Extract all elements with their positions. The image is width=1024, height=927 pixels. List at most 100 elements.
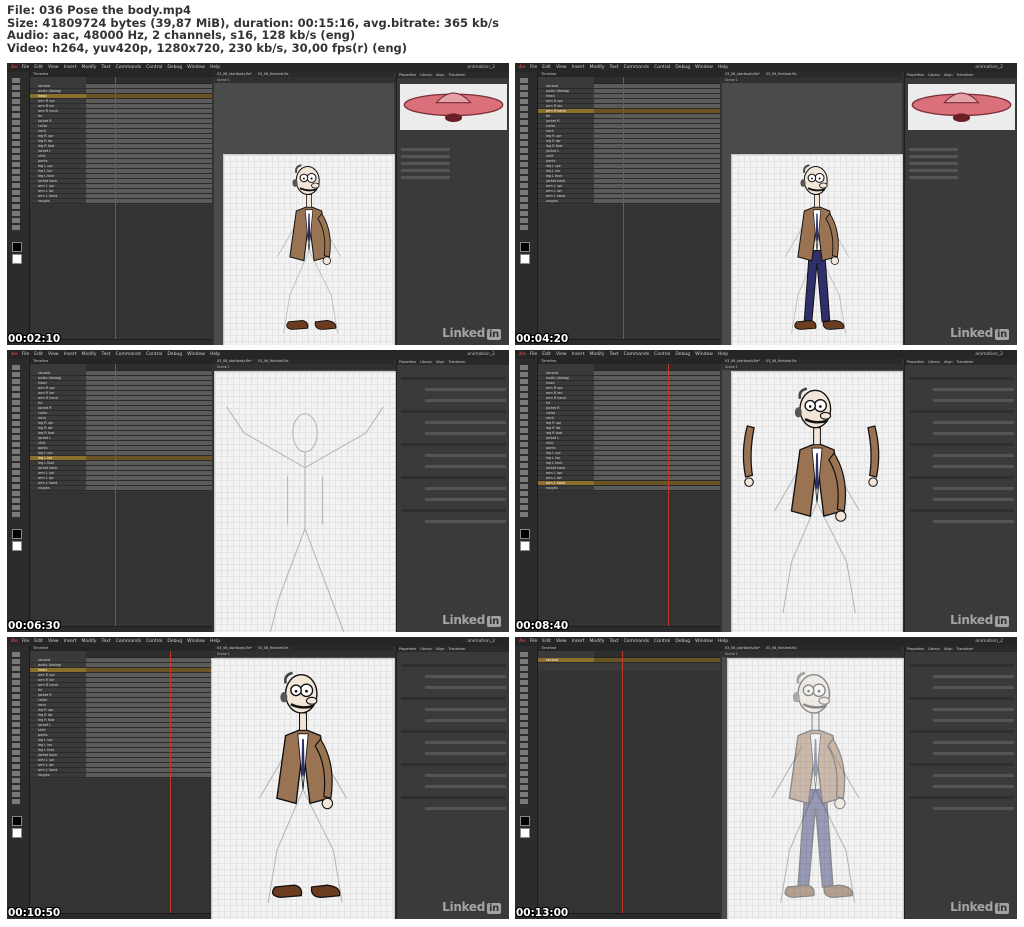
tool-icon[interactable] xyxy=(520,477,528,482)
tool-icon[interactable] xyxy=(520,218,528,223)
layer-frames[interactable] xyxy=(594,481,720,485)
menu-item[interactable]: View xyxy=(556,65,567,70)
tool-icon[interactable] xyxy=(520,400,528,405)
document-tab[interactable]: 03_06_startbody.fla* xyxy=(214,646,255,650)
layer-frames[interactable] xyxy=(86,431,212,435)
tool-icon[interactable] xyxy=(520,106,528,111)
property-field[interactable] xyxy=(425,774,506,777)
property-field[interactable] xyxy=(909,443,1014,446)
tool-icon[interactable] xyxy=(520,680,528,685)
document-tab-2[interactable]: 03_06_finished.fla xyxy=(763,359,800,363)
layer-frames[interactable] xyxy=(594,381,720,385)
tool-icon[interactable] xyxy=(520,407,528,412)
layer-frames[interactable] xyxy=(86,124,212,128)
menu-item[interactable]: Edit xyxy=(542,639,551,644)
property-field[interactable] xyxy=(425,719,506,722)
layer-frames[interactable] xyxy=(86,471,212,475)
menu-item[interactable]: Commands xyxy=(624,65,649,70)
property-field[interactable] xyxy=(933,399,1014,402)
tool-icon[interactable] xyxy=(12,85,20,90)
layer-frames[interactable] xyxy=(594,376,720,380)
layer-frames[interactable] xyxy=(594,421,720,425)
menu-item[interactable]: Text xyxy=(609,639,618,644)
layer-frames[interactable] xyxy=(86,723,212,727)
property-field[interactable] xyxy=(425,708,506,711)
property-field[interactable] xyxy=(933,465,1014,468)
menu-item[interactable]: Debug xyxy=(675,639,690,644)
tool-icon[interactable] xyxy=(12,183,20,188)
tool-icon[interactable] xyxy=(520,484,528,489)
tool-icon[interactable] xyxy=(12,225,20,230)
tool-icon[interactable] xyxy=(12,106,20,111)
property-field[interactable] xyxy=(933,774,1014,777)
layer-frames[interactable] xyxy=(86,718,212,722)
tool-icon[interactable] xyxy=(520,491,528,496)
tool-icon[interactable] xyxy=(12,148,20,153)
tool-icon[interactable] xyxy=(520,512,528,517)
menu-item[interactable]: Edit xyxy=(542,65,551,70)
library-folder[interactable] xyxy=(401,162,450,165)
property-field[interactable] xyxy=(933,686,1014,689)
playhead[interactable] xyxy=(668,364,669,626)
tool-icon[interactable] xyxy=(12,792,20,797)
property-field[interactable] xyxy=(933,454,1014,457)
menu-item[interactable]: Commands xyxy=(116,65,141,70)
layer-frames[interactable] xyxy=(86,753,212,757)
layer-frames[interactable] xyxy=(86,773,212,777)
property-field[interactable] xyxy=(909,476,1014,479)
layer-frames[interactable] xyxy=(86,89,212,93)
document-tab-2[interactable]: 03_06_finished.fla xyxy=(255,646,292,650)
property-field[interactable] xyxy=(933,675,1014,678)
panel-tab[interactable]: Transform xyxy=(447,73,468,77)
stroke-color-swatch[interactable] xyxy=(520,529,530,539)
layer-frames[interactable] xyxy=(86,461,212,465)
tool-icon[interactable] xyxy=(12,652,20,657)
property-field[interactable] xyxy=(909,410,1014,413)
property-field[interactable] xyxy=(933,421,1014,424)
tool-icon[interactable] xyxy=(520,792,528,797)
property-field[interactable] xyxy=(401,509,506,512)
tool-icon[interactable] xyxy=(520,127,528,132)
layer-frames[interactable] xyxy=(86,663,212,667)
stage-canvas[interactable] xyxy=(223,154,395,345)
tool-icon[interactable] xyxy=(520,722,528,727)
tool-icon[interactable] xyxy=(12,456,20,461)
tool-icon[interactable] xyxy=(520,694,528,699)
library-folder[interactable] xyxy=(401,176,450,179)
stage-artwork[interactable] xyxy=(728,659,903,919)
layer-frames[interactable] xyxy=(86,386,212,390)
document-tab-2[interactable]: 03_06_finished.fla xyxy=(763,646,800,650)
menu-item[interactable]: View xyxy=(48,65,59,70)
menu-item[interactable]: File xyxy=(22,352,30,357)
menu-item[interactable]: View xyxy=(48,352,59,357)
property-field[interactable] xyxy=(933,498,1014,501)
tool-icon[interactable] xyxy=(520,785,528,790)
property-field[interactable] xyxy=(933,785,1014,788)
tool-icon[interactable] xyxy=(520,715,528,720)
tool-icon[interactable] xyxy=(520,365,528,370)
tool-icon[interactable] xyxy=(12,218,20,223)
layer-frames[interactable] xyxy=(594,406,720,410)
layer-frames[interactable] xyxy=(594,416,720,420)
tool-icon[interactable] xyxy=(520,393,528,398)
property-field[interactable] xyxy=(425,399,506,402)
library-folder[interactable] xyxy=(909,162,958,165)
layer-frames[interactable] xyxy=(594,426,720,430)
layer-frames[interactable] xyxy=(86,179,212,183)
tool-icon[interactable] xyxy=(520,666,528,671)
tool-icon[interactable] xyxy=(520,211,528,216)
property-field[interactable] xyxy=(933,520,1014,523)
layer-frames[interactable] xyxy=(86,441,212,445)
layer-frames[interactable] xyxy=(86,748,212,752)
layer-frames[interactable] xyxy=(594,109,720,113)
property-field[interactable] xyxy=(425,807,506,810)
layer-frames[interactable] xyxy=(86,486,212,490)
fill-color-swatch[interactable] xyxy=(520,541,530,551)
tool-icon[interactable] xyxy=(520,379,528,384)
tool-icon[interactable] xyxy=(520,225,528,230)
stage-canvas[interactable] xyxy=(727,658,904,919)
layer-frames[interactable] xyxy=(594,129,720,133)
layer-frames[interactable] xyxy=(594,124,720,128)
property-field[interactable] xyxy=(909,377,1014,380)
menu-item[interactable]: Debug xyxy=(167,639,182,644)
